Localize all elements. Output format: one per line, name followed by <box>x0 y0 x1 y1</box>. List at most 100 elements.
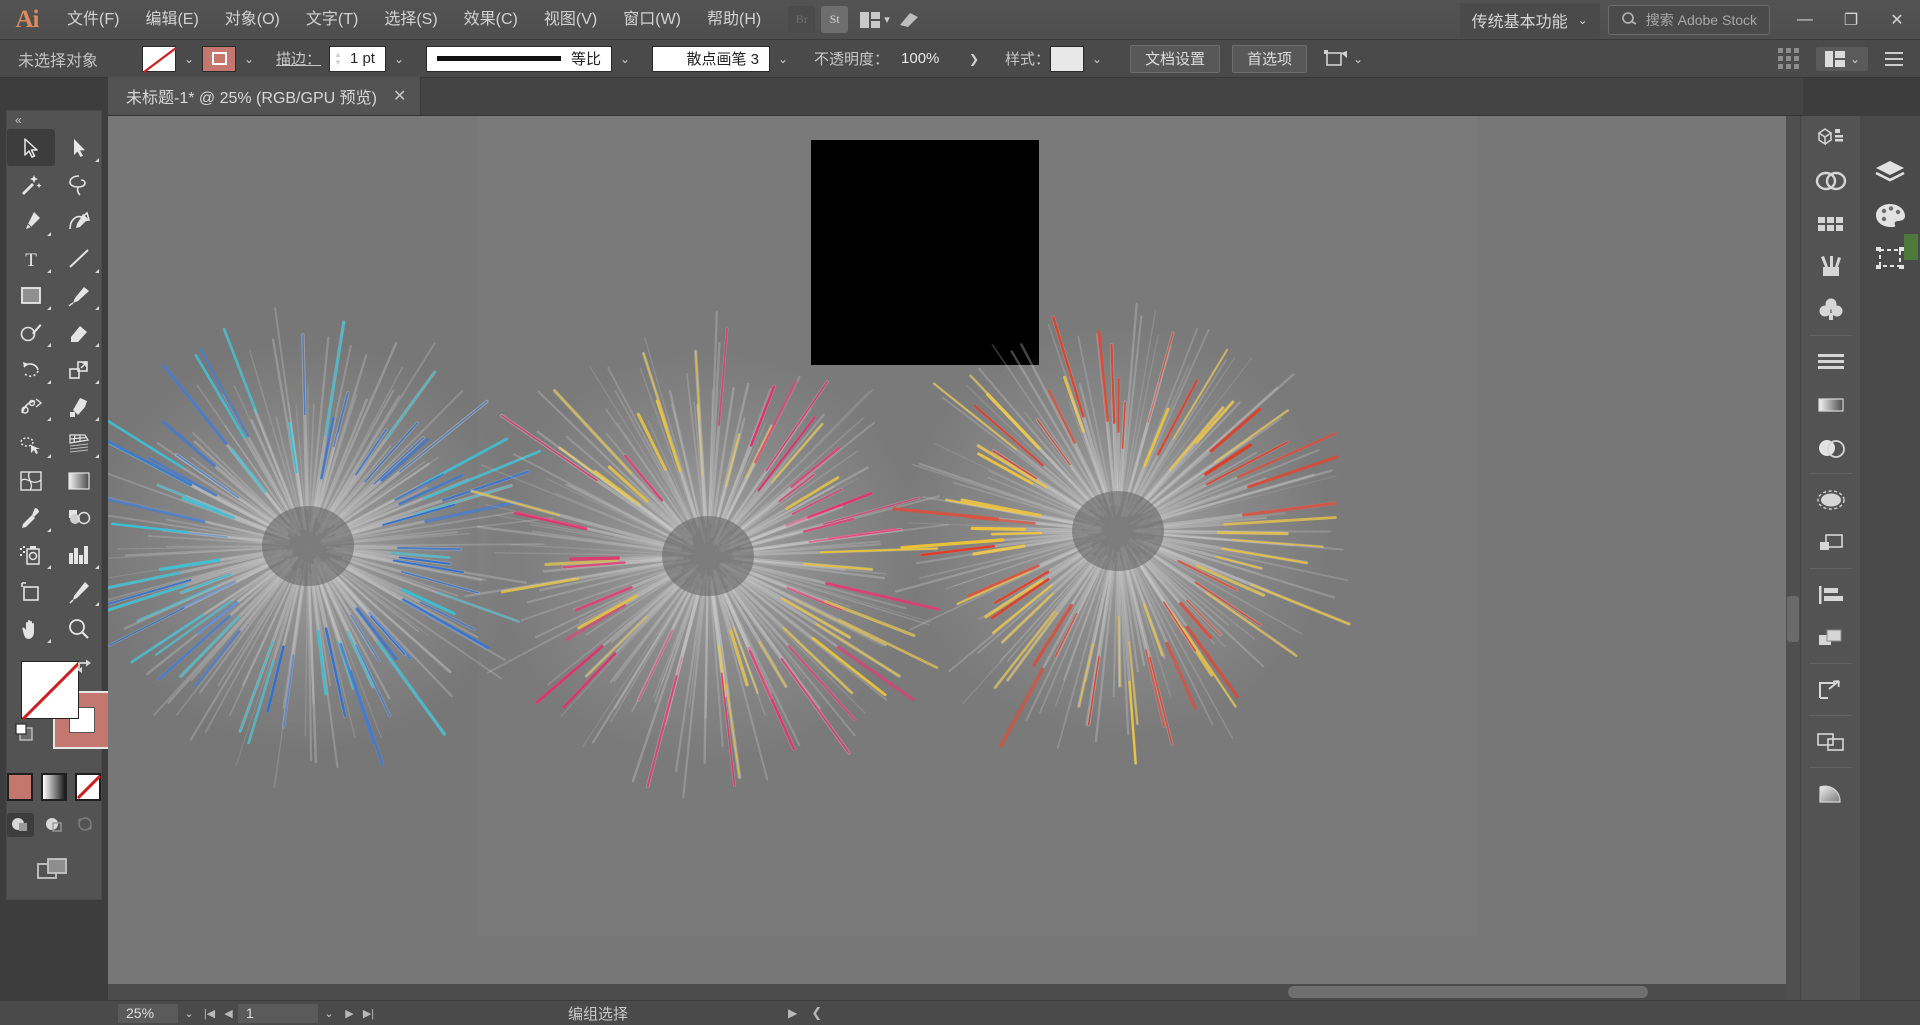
menu-view[interactable]: 视图(V) <box>531 0 610 40</box>
status-resize-handle[interactable]: ❮ <box>811 1005 822 1021</box>
width-tool[interactable] <box>7 388 55 425</box>
eyedropper-tool[interactable] <box>7 499 55 536</box>
mesh-tool[interactable] <box>7 462 55 499</box>
status-menu-arrow-icon[interactable]: ▶ <box>788 1006 797 1020</box>
lasso-tool[interactable] <box>55 166 103 203</box>
symbol-sprayer-tool[interactable] <box>7 536 55 573</box>
last-artboard-button[interactable]: ▶| <box>359 1004 378 1023</box>
shape-builder-tool[interactable] <box>7 425 55 462</box>
draw-normal-mode[interactable] <box>7 813 35 837</box>
stroke-dropdown-arrow-icon[interactable]: ⌄ <box>236 46 262 72</box>
align-icon[interactable] <box>1801 573 1861 616</box>
zoom-tool[interactable] <box>55 610 103 647</box>
dock-resize-handle[interactable] <box>1787 596 1799 642</box>
curvature-tool[interactable] <box>55 203 103 240</box>
gradient-icon[interactable] <box>1801 383 1861 426</box>
menu-file[interactable]: 文件(F) <box>54 0 132 40</box>
brushes-icon[interactable] <box>1801 245 1861 288</box>
stroke-swatch[interactable] <box>202 45 237 72</box>
gradient-mesh-icon[interactable] <box>1801 772 1861 815</box>
brush-definition-select[interactable]: 散点画笔 3 <box>652 45 770 72</box>
opacity-options-arrow-icon[interactable]: ❯ <box>961 46 987 72</box>
stepper-icon[interactable]: ▲ ▼ <box>334 51 342 67</box>
minimize-button[interactable]: — <box>1782 0 1828 40</box>
perspective-grid-tool[interactable] <box>55 425 103 462</box>
menu-type[interactable]: 文字(T) <box>293 0 371 40</box>
default-fill-stroke-icon[interactable] <box>15 723 35 743</box>
draw-inside-mode[interactable] <box>74 813 101 837</box>
first-artboard-button[interactable]: |◀ <box>200 1004 219 1023</box>
shaper-tool[interactable] <box>7 314 55 351</box>
artboard-tool[interactable] <box>7 573 55 610</box>
artboard-options-button[interactable]: ⌄ <box>1323 49 1363 69</box>
menu-effect[interactable]: 效果(C) <box>451 0 531 40</box>
gradient-tool[interactable] <box>55 462 103 499</box>
artboard-dropdown-arrow-icon[interactable]: ⌄ <box>318 1004 340 1023</box>
paintbrush-tool[interactable] <box>55 277 103 314</box>
workspace-switcher[interactable]: 传统基本功能 ⌄ <box>1459 2 1600 37</box>
draw-behind-mode[interactable] <box>40 813 67 837</box>
menu-object[interactable]: 对象(O) <box>212 0 293 40</box>
appearance-icon[interactable] <box>1801 478 1861 521</box>
document-setup-button[interactable]: 文档设置 <box>1130 44 1221 73</box>
variable-width-profile-select[interactable]: 等比 <box>425 45 612 72</box>
style-dropdown-arrow-icon[interactable]: ⌄ <box>1084 46 1110 72</box>
fill-color-swatch[interactable] <box>21 661 80 720</box>
pathfinder-icon[interactable] <box>1801 616 1861 659</box>
firework-artwork-group[interactable] <box>108 116 1803 1000</box>
column-graph-tool[interactable] <box>55 536 103 573</box>
zoom-level-input[interactable]: 25% <box>118 1003 178 1023</box>
line-segment-tool[interactable] <box>55 240 103 277</box>
menu-help[interactable]: 帮助(H) <box>694 0 774 40</box>
swatches-icon[interactable] <box>1801 202 1861 245</box>
blend-tool[interactable] <box>55 499 103 536</box>
preferences-button[interactable]: 首选项 <box>1232 44 1308 73</box>
color-icon[interactable] <box>1860 193 1920 236</box>
artboards-icon[interactable] <box>1801 720 1861 763</box>
gradient-mode[interactable] <box>41 773 67 801</box>
stock-icon[interactable]: St <box>821 6 849 33</box>
magic-wand-tool[interactable] <box>7 166 55 203</box>
arrange-documents-control[interactable]: ⌄ <box>1815 46 1868 71</box>
toolbar-collapse-button[interactable]: « <box>7 111 101 129</box>
maximize-button[interactable]: ❐ <box>1828 0 1874 40</box>
free-transform-tool[interactable] <box>55 388 103 425</box>
hand-tool[interactable] <box>7 610 55 647</box>
slice-tool[interactable] <box>55 573 103 610</box>
arrange-documents-button[interactable]: ▾ <box>860 11 890 28</box>
layers-icon[interactable] <box>1860 150 1920 193</box>
libraries-icon[interactable] <box>1801 116 1861 159</box>
panel-menu-icon[interactable] <box>1882 48 1906 70</box>
search-input[interactable]: 搜索 Adobe Stock <box>1607 4 1770 35</box>
transform-icon[interactable] <box>1801 668 1861 711</box>
color-mode[interactable] <box>7 773 33 801</box>
canvas-area[interactable]: 飞特网 FEVTE.COM <box>108 116 1803 1000</box>
type-tool[interactable]: T <box>7 240 55 277</box>
menu-window[interactable]: 窗口(W) <box>610 0 694 40</box>
graphic-style-swatch[interactable] <box>1050 45 1085 72</box>
bridge-icon[interactable]: Br <box>788 6 816 33</box>
prev-artboard-button[interactable]: ◀ <box>219 1004 238 1023</box>
profile-dropdown-arrow-icon[interactable]: ⌄ <box>612 46 638 72</box>
horizontal-scrollbar-thumb[interactable] <box>1288 986 1648 998</box>
stroke-weight-input[interactable]: ▲ ▼ 1 pt <box>329 45 386 72</box>
none-mode[interactable] <box>75 773 101 801</box>
opacity-input[interactable]: 100% <box>889 45 962 72</box>
rotate-tool[interactable] <box>7 351 55 388</box>
fill-swatch[interactable] <box>142 45 177 73</box>
grid-options-icon[interactable] <box>1776 46 1802 72</box>
stroke-weight-dropdown-arrow-icon[interactable]: ⌄ <box>386 46 412 72</box>
selection-tool[interactable] <box>7 129 55 166</box>
artboard-number-input[interactable]: 1 <box>238 1003 318 1023</box>
menu-select[interactable]: 选择(S) <box>371 0 450 40</box>
start-workspace-icon[interactable] <box>896 6 923 33</box>
menu-edit[interactable]: 编辑(E) <box>132 0 211 40</box>
transparency-icon[interactable] <box>1801 426 1861 469</box>
close-button[interactable]: ✕ <box>1874 0 1920 40</box>
eraser-tool[interactable] <box>55 314 103 351</box>
close-icon[interactable]: ✕ <box>393 86 406 106</box>
graphic-styles-icon[interactable] <box>1801 521 1861 564</box>
fill-dropdown-arrow-icon[interactable]: ⌄ <box>176 46 202 72</box>
swap-fill-stroke-icon[interactable] <box>75 657 95 679</box>
screen-mode-button[interactable] <box>7 855 101 883</box>
